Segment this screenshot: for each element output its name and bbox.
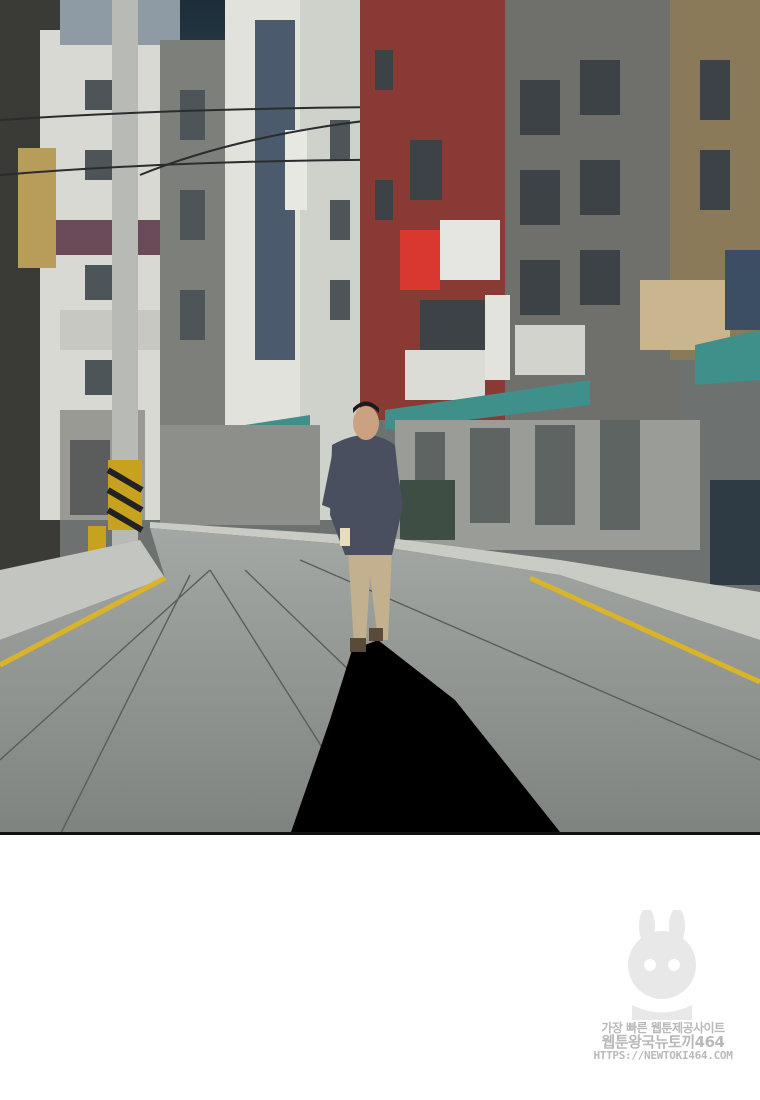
- street-illustration: [0, 0, 760, 835]
- store-sign-vertical: [485, 295, 510, 380]
- shelving-mid: [400, 480, 455, 540]
- watermark: 가장 빠른 웹툰제공사이트 웹툰왕국뉴토끼464 HTTPS://NEWTOKI…: [588, 910, 738, 1090]
- store-sign-1: [405, 350, 485, 400]
- vertical-sign-left-2: [285, 130, 307, 210]
- comic-panel-street-scene: [0, 0, 760, 835]
- watermark-url: HTTPS://NEWTOKI464.COM: [593, 1049, 733, 1063]
- vertical-sign-left: [18, 148, 56, 268]
- storefront-left: [160, 425, 320, 525]
- watermark-mascot-icon: [628, 910, 696, 1020]
- watermark-site-name: 웹툰왕국뉴토끼464: [601, 1032, 725, 1051]
- shelving-right: [710, 480, 760, 585]
- store-sign-2: [515, 325, 585, 375]
